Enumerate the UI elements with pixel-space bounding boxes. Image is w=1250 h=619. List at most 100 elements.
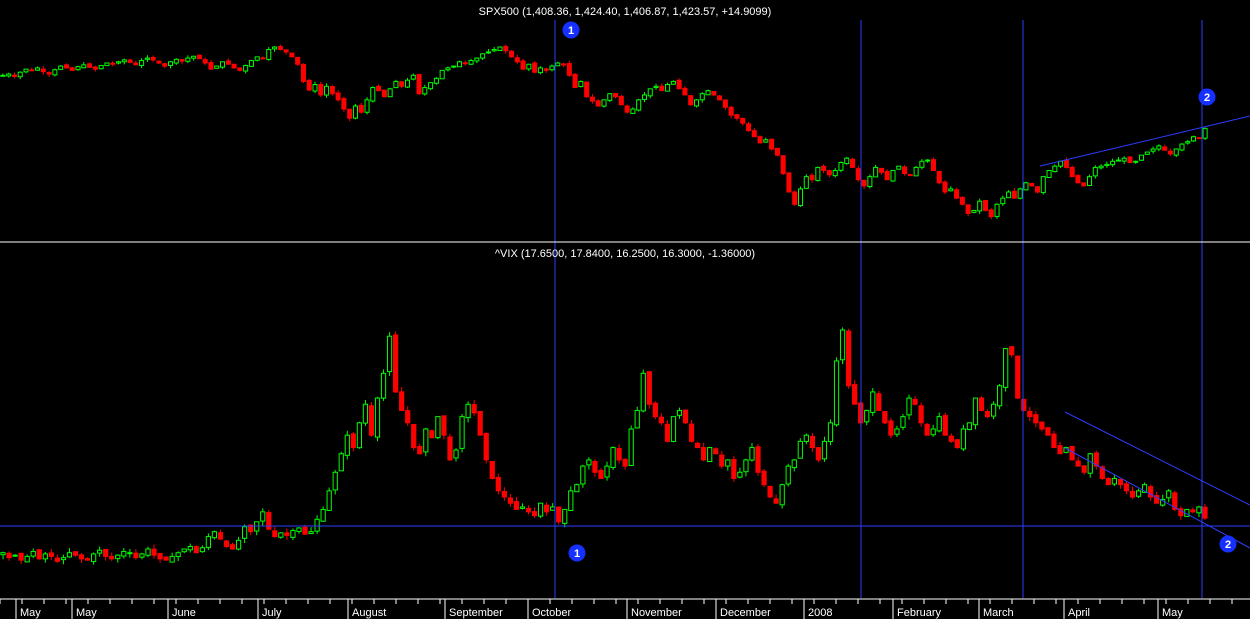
candle-body xyxy=(1129,490,1136,498)
candle-body xyxy=(906,397,912,416)
candle-body xyxy=(630,108,636,114)
candle-body xyxy=(220,61,226,68)
candle-body xyxy=(959,196,965,205)
candle-body xyxy=(225,60,231,65)
spx500-candle xyxy=(474,57,480,64)
vix-candle xyxy=(550,503,556,511)
candle-body xyxy=(185,57,191,62)
x-axis-label: May xyxy=(1162,607,1183,619)
spx500-candle xyxy=(977,198,983,214)
candle-body xyxy=(618,95,624,106)
spx500-candle xyxy=(69,66,75,71)
vix-candle xyxy=(48,549,54,560)
candle-body xyxy=(767,485,773,498)
candle-body xyxy=(320,508,326,522)
candle-body xyxy=(196,54,202,60)
vix-candle xyxy=(36,548,42,560)
candle-body xyxy=(411,424,417,449)
vix-candle xyxy=(1021,398,1027,412)
candle-body xyxy=(92,66,98,70)
candle-body xyxy=(532,62,538,73)
vix-candle xyxy=(242,524,248,544)
candle-body xyxy=(60,557,67,561)
candle-body xyxy=(468,60,474,65)
candle-body xyxy=(399,391,405,411)
vix-candle xyxy=(725,458,731,471)
candle-body xyxy=(497,46,503,52)
spx500-candle xyxy=(959,196,965,206)
vix-candle xyxy=(634,406,640,429)
vix-candle xyxy=(658,413,664,426)
vix-candle xyxy=(731,455,737,482)
spx500-candle xyxy=(982,199,988,212)
spx500-candle xyxy=(156,60,162,65)
spx500-candle xyxy=(266,47,272,61)
candle-body xyxy=(550,506,556,511)
spx500-candle xyxy=(248,60,254,67)
spx500-candle xyxy=(653,83,659,90)
spx500-candle xyxy=(907,173,913,177)
spx500-candle xyxy=(480,53,486,61)
vix-candle xyxy=(688,420,695,443)
candle-body xyxy=(381,89,387,98)
vix-candle xyxy=(447,433,453,461)
candle-body xyxy=(441,415,447,436)
candle-body xyxy=(936,170,942,184)
spx500-candle xyxy=(167,60,174,69)
candle-body xyxy=(1115,159,1121,162)
candle-body xyxy=(888,420,894,436)
spx500-candle xyxy=(329,85,335,96)
candle-body xyxy=(235,539,242,550)
vix-candle xyxy=(187,543,193,553)
candle-body xyxy=(725,459,731,467)
candle-body xyxy=(846,330,852,387)
spx500-candle xyxy=(208,59,214,70)
candle-body xyxy=(537,67,543,74)
candle-body xyxy=(352,105,358,119)
spx500-candle xyxy=(451,65,457,69)
candle-body xyxy=(653,85,659,89)
candle-body xyxy=(1017,188,1023,199)
vix-candle xyxy=(852,380,858,405)
candle-body xyxy=(362,403,369,424)
spx500-candle xyxy=(636,98,642,112)
vix-candle xyxy=(888,417,894,439)
candle-body xyxy=(601,99,607,107)
candle-body xyxy=(1133,160,1139,163)
candle-body xyxy=(743,459,749,473)
candle-body xyxy=(1052,165,1058,173)
vix-candle xyxy=(682,409,689,425)
spx500-candle xyxy=(589,94,595,104)
vix-candle xyxy=(984,409,991,419)
vix-candle xyxy=(235,536,242,551)
vix-candle xyxy=(960,424,966,452)
candle-body xyxy=(1173,148,1179,156)
spx500-candle xyxy=(826,169,832,178)
vix-candle xyxy=(66,548,73,558)
candle-body xyxy=(283,49,289,53)
candle-body xyxy=(1027,410,1033,418)
spx500-candle xyxy=(1185,139,1191,145)
spx500-candle xyxy=(763,137,769,143)
spx500-candle xyxy=(711,91,717,96)
vix-candle xyxy=(1117,478,1124,489)
candle-body xyxy=(1051,433,1057,449)
candle-body xyxy=(429,430,435,439)
candle-body xyxy=(827,422,834,442)
candle-body xyxy=(676,79,682,90)
vix-candle xyxy=(1135,488,1142,498)
candle-body xyxy=(329,86,335,95)
candle-body xyxy=(867,176,873,188)
vix-candle xyxy=(103,548,109,561)
candle-body xyxy=(1098,165,1104,169)
vix-candle xyxy=(954,438,960,449)
candle-body xyxy=(815,447,822,461)
spx500-candle xyxy=(295,56,301,67)
candle-body xyxy=(97,549,103,554)
candle-body xyxy=(109,555,115,560)
spx500-candle xyxy=(104,62,110,67)
vix-candle xyxy=(737,467,743,479)
spx500-chart-title: SPX500 (1,408.36, 1,424.40, 1,406.87, 1,… xyxy=(479,6,772,18)
vix-candle xyxy=(1051,430,1057,449)
vix-candle xyxy=(223,539,230,548)
